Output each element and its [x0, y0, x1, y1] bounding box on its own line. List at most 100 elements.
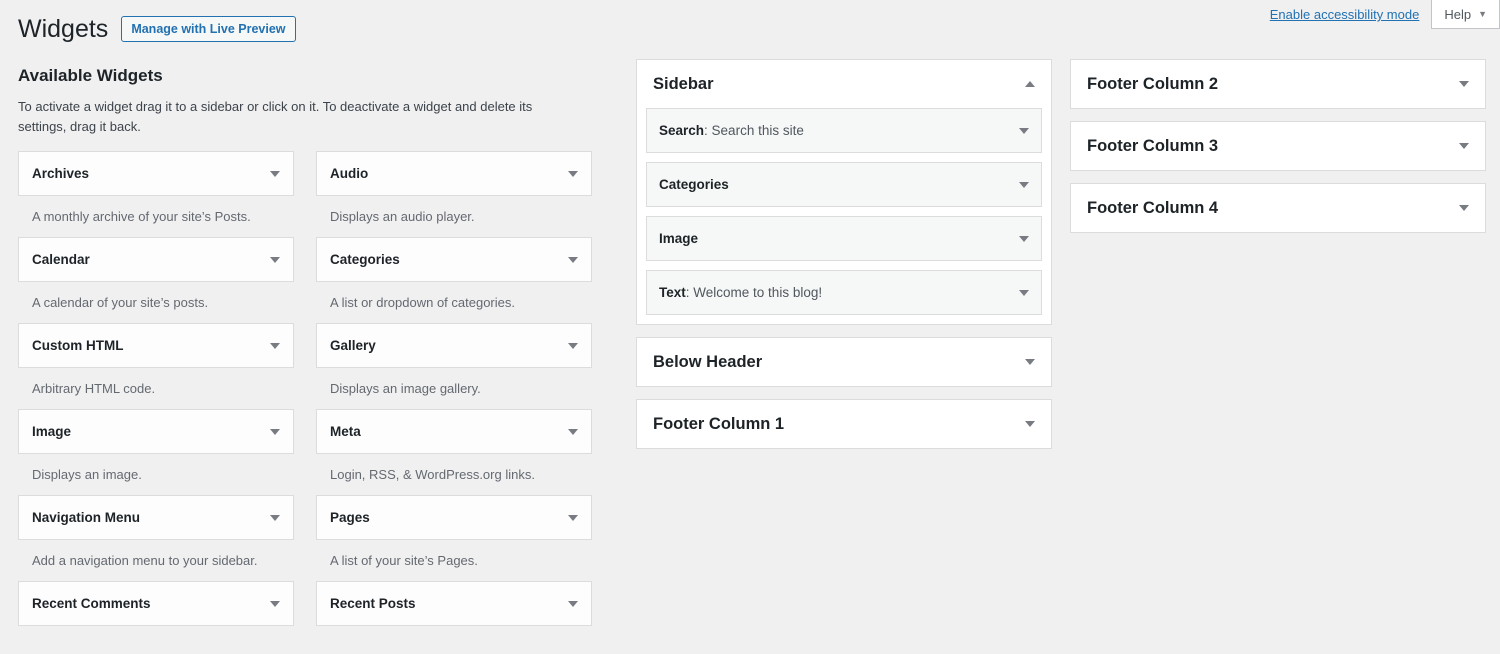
- chevron-down-icon[interactable]: [1019, 128, 1029, 134]
- assigned-widget-image[interactable]: Image: [646, 216, 1042, 261]
- help-tab-button[interactable]: Help ▼: [1431, 0, 1500, 29]
- chevron-down-icon[interactable]: [568, 515, 578, 521]
- available-widget-recent-posts[interactable]: Recent Posts: [316, 581, 592, 626]
- chevron-down-icon[interactable]: [1019, 236, 1029, 242]
- available-widget-cell: Archives A monthly archive of your site’s…: [18, 151, 294, 237]
- chevron-down-icon[interactable]: [1019, 182, 1029, 188]
- available-widget-cell: Recent Posts: [316, 581, 592, 654]
- sidebar-column-middle: Sidebar Search: Search this site Categorie…: [636, 59, 1052, 461]
- available-widget-custom-html[interactable]: Custom HTML: [18, 323, 294, 368]
- chevron-down-icon[interactable]: [270, 343, 280, 349]
- chevron-down-icon[interactable]: [270, 429, 280, 435]
- chevron-down-icon[interactable]: [1025, 359, 1035, 365]
- sidebar-panel-title: Footer Column 1: [653, 416, 784, 433]
- widget-title: Categories: [330, 253, 400, 267]
- sidebar-panel-header-footer-column-3[interactable]: Footer Column 3: [1071, 122, 1485, 170]
- chevron-down-icon[interactable]: [1459, 205, 1469, 211]
- widget-title: Meta: [330, 425, 361, 439]
- assigned-widget-label: Search: Search this site: [659, 124, 804, 138]
- widget-description: A list or dropdown of categories.: [316, 282, 592, 323]
- sidebar-panel-header-footer-column-1[interactable]: Footer Column 1: [637, 400, 1051, 448]
- available-widgets-intro: To activate a widget drag it to a sideba…: [18, 97, 571, 137]
- chevron-down-icon[interactable]: [568, 343, 578, 349]
- sidebar-panel-footer-column-3: Footer Column 3: [1070, 121, 1486, 171]
- available-widget-cell: AudioDisplays an audio player.: [316, 151, 592, 237]
- sidebar-panel-title: Footer Column 2: [1087, 76, 1218, 93]
- sidebar-panel-body: Search: Search this site Categories Image T…: [637, 108, 1051, 324]
- widget-description: A monthly archive of your site’s Posts.: [18, 196, 294, 237]
- assigned-widget-label: Text: Welcome to this blog!: [659, 286, 822, 300]
- available-widget-image[interactable]: Image: [18, 409, 294, 454]
- widget-title: Archives: [32, 167, 89, 181]
- assigned-widget-type: Search: [659, 123, 704, 138]
- available-widget-cell: Categories A list or dropdown of categori…: [316, 237, 592, 323]
- assigned-widget-text[interactable]: Text: Welcome to this blog!: [646, 270, 1042, 315]
- chevron-up-icon[interactable]: [1025, 81, 1035, 87]
- chevron-down-icon[interactable]: [270, 171, 280, 177]
- available-widget-categories[interactable]: Categories: [316, 237, 592, 282]
- available-widget-cell: Pages A list of your site’s Pages.: [316, 495, 592, 581]
- sidebar-panel-below-header: Below Header: [636, 337, 1052, 387]
- chevron-down-icon[interactable]: [568, 601, 578, 607]
- assigned-widget-search[interactable]: Search: Search this site: [646, 108, 1042, 153]
- chevron-down-icon[interactable]: [270, 601, 280, 607]
- sidebar-panel-header-sidebar[interactable]: Sidebar: [637, 60, 1051, 108]
- chevron-down-icon[interactable]: [270, 257, 280, 263]
- available-widget-archives[interactable]: Archives: [18, 151, 294, 196]
- assigned-widget-type: Text: [659, 285, 686, 300]
- sidebar-panel-footer-column-2: Footer Column 2: [1070, 59, 1486, 109]
- widget-description: Arbitrary HTML code.: [18, 368, 294, 409]
- widget-description: [316, 626, 592, 654]
- sidebar-panel-title: Below Header: [653, 354, 762, 371]
- chevron-down-icon[interactable]: [270, 515, 280, 521]
- available-widget-gallery[interactable]: Gallery: [316, 323, 592, 368]
- enable-accessibility-mode-link[interactable]: Enable accessibility mode: [1270, 8, 1420, 21]
- widget-description: Login, RSS, & WordPress.org links.: [316, 454, 592, 495]
- sidebar-panel-header-footer-column-4[interactable]: Footer Column 4: [1071, 184, 1485, 232]
- available-widget-pages[interactable]: Pages: [316, 495, 592, 540]
- widget-title: Recent Posts: [330, 597, 416, 611]
- assigned-widget-type: Categories: [659, 177, 729, 192]
- chevron-down-icon[interactable]: [568, 171, 578, 177]
- available-widget-recent-comments[interactable]: Recent Comments: [18, 581, 294, 626]
- widget-title: Pages: [330, 511, 370, 525]
- available-widget-cell: Custom HTML Arbitrary HTML code.: [18, 323, 294, 409]
- available-widget-meta[interactable]: Meta: [316, 409, 592, 454]
- chevron-down-icon[interactable]: [1459, 81, 1469, 87]
- screen-meta-bar: Enable accessibility mode Help ▼: [1270, 0, 1500, 29]
- widget-description: A list of your site’s Pages.: [316, 540, 592, 581]
- chevron-down-icon[interactable]: [568, 257, 578, 263]
- available-widget-audio[interactable]: Audio: [316, 151, 592, 196]
- widget-title: Image: [32, 425, 71, 439]
- available-widget-navigation-menu[interactable]: Navigation Menu: [18, 495, 294, 540]
- available-widgets-section: Available Widgets To activate a widget d…: [18, 64, 598, 654]
- widget-title: Calendar: [32, 253, 90, 267]
- manage-with-live-preview-button[interactable]: Manage with Live Preview: [121, 16, 295, 42]
- available-widget-cell: Gallery Displays an image gallery.: [316, 323, 592, 409]
- chevron-down-icon[interactable]: [1025, 421, 1035, 427]
- sidebar-panel-header-below-header[interactable]: Below Header: [637, 338, 1051, 386]
- widget-description: Displays an audio player.: [316, 196, 592, 237]
- assigned-widget-label: Image: [659, 232, 698, 246]
- sidebar-panel-title: Sidebar: [653, 76, 714, 93]
- widget-description: [18, 626, 294, 654]
- chevron-down-icon[interactable]: [1019, 290, 1029, 296]
- sidebar-panel-footer-column-4: Footer Column 4: [1070, 183, 1486, 233]
- chevron-down-icon[interactable]: [568, 429, 578, 435]
- sidebar-panel-sidebar: Sidebar Search: Search this site Categorie…: [636, 59, 1052, 325]
- chevron-down-icon[interactable]: [1459, 143, 1469, 149]
- page-title: Widgets: [18, 13, 108, 46]
- sidebar-column-right: Footer Column 2 Footer Column 3 Footer Col…: [1070, 59, 1486, 245]
- widget-description: A calendar of your site’s posts.: [18, 282, 294, 323]
- widget-title: Custom HTML: [32, 339, 124, 353]
- assigned-widget-categories[interactable]: Categories: [646, 162, 1042, 207]
- widget-description: Displays an image gallery.: [316, 368, 592, 409]
- sidebar-panel-title: Footer Column 3: [1087, 138, 1218, 155]
- available-widget-calendar[interactable]: Calendar: [18, 237, 294, 282]
- widget-title: Navigation Menu: [32, 511, 140, 525]
- widget-title: Gallery: [330, 339, 376, 353]
- available-widget-cell: Meta Login, RSS, & WordPress.org links.: [316, 409, 592, 495]
- sidebar-panel-header-footer-column-2[interactable]: Footer Column 2: [1071, 60, 1485, 108]
- widget-title: Recent Comments: [32, 597, 151, 611]
- available-widget-cell: Navigation MenuAdd a navigation menu to …: [18, 495, 294, 581]
